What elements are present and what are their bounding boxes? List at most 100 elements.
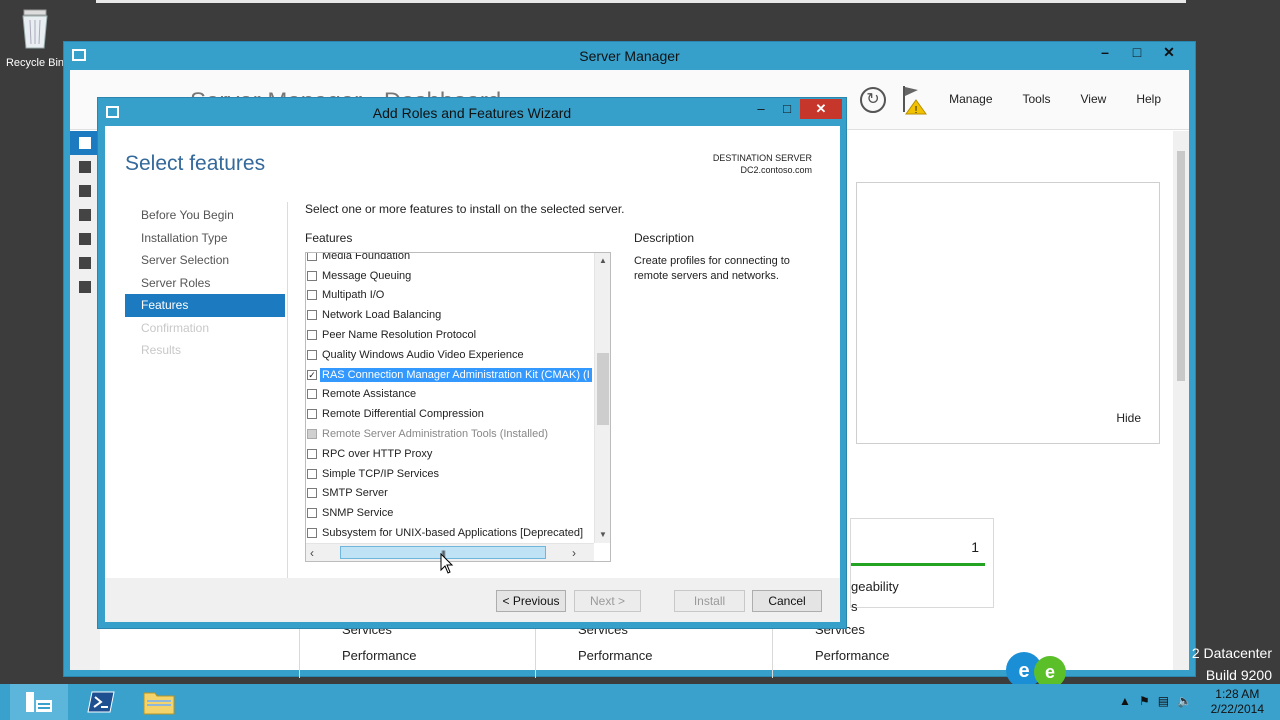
taskbar: ▲ ⚑ ▤ 🔈 1:28 AM 2/22/2014 (0, 684, 1280, 720)
feature-item[interactable]: Quality Windows Audio Video Experience (306, 345, 594, 365)
feature-item[interactable]: Network Load Balancing (306, 305, 594, 325)
feature-item[interactable]: Simple TCP/IP Services (306, 464, 594, 484)
notifications-flag-icon[interactable]: ! (900, 84, 928, 116)
server-manager-scrollbar[interactable] (1173, 131, 1189, 670)
recycle-bin[interactable]: Recycle Bin (4, 6, 66, 69)
feature-item[interactable]: Remote Server Administration Tools (Inst… (306, 424, 594, 444)
vertical-scroll-thumb[interactable] (597, 353, 609, 425)
step-features[interactable]: Features (125, 294, 285, 317)
wizard-close-button[interactable]: ✕ (800, 99, 842, 119)
server-manager-titlebar[interactable]: Server Manager – □ ✕ (64, 42, 1195, 68)
feature-checkbox[interactable] (307, 270, 317, 281)
svg-text:e: e (1045, 662, 1055, 682)
feature-item[interactable]: Media Foundation (306, 253, 594, 266)
role-tile[interactable]: 1 geability s (850, 518, 994, 614)
scroll-right-icon[interactable]: › (572, 544, 576, 561)
feature-checkbox[interactable] (307, 508, 317, 519)
page-title: Select features (125, 152, 266, 175)
feature-label: RAS Connection Manager Administration Ki… (320, 367, 592, 382)
feature-item[interactable]: Multipath I/O (306, 286, 594, 306)
sidebar-item-local-server[interactable] (70, 155, 100, 179)
step-confirmation: Confirmation (141, 320, 210, 335)
background-window-strip (96, 0, 1186, 3)
tray-expand-icon[interactable]: ▲ (1119, 694, 1131, 708)
clock[interactable]: 1:28 AM 2/22/2014 (1211, 687, 1264, 717)
feature-item[interactable]: SNMP Service (306, 503, 594, 523)
feature-item[interactable]: ✓ RAS Connection Manager Administration K… (306, 365, 594, 385)
refresh-icon[interactable]: ↻ (860, 87, 886, 113)
minimize-button[interactable]: – (1089, 42, 1121, 62)
sidebar-item-dashboard[interactable] (70, 131, 100, 155)
scroll-up-icon[interactable]: ▲ (595, 253, 610, 269)
sidebar-item-ad-ds[interactable] (70, 203, 100, 227)
tile-performance-link[interactable]: Performance (342, 648, 416, 663)
feature-checkbox[interactable] (307, 310, 317, 321)
feature-checkbox[interactable] (307, 330, 317, 341)
feature-item[interactable]: RPC over HTTP Proxy (306, 444, 594, 464)
features-vertical-scrollbar[interactable]: ▲ ▼ (594, 253, 610, 543)
feature-checkbox[interactable] (307, 488, 317, 499)
scroll-down-icon[interactable]: ▼ (595, 527, 610, 543)
menu-tools[interactable]: Tools (1023, 92, 1051, 106)
feature-item[interactable]: Subsystem for UNIX-based Applications [D… (306, 523, 594, 543)
directory-icon (79, 209, 91, 221)
feature-item[interactable]: Remote Assistance (306, 385, 594, 405)
tile-status-bar (851, 563, 985, 566)
menu-help[interactable]: Help (1136, 92, 1161, 106)
clock-time: 1:28 AM (1215, 687, 1260, 701)
dns-icon (79, 233, 91, 245)
feature-item[interactable]: Peer Name Resolution Protocol (306, 325, 594, 345)
taskbar-powershell[interactable] (72, 684, 130, 720)
step-installation-type[interactable]: Installation Type (125, 227, 285, 250)
feature-item[interactable]: SMTP Server (306, 484, 594, 504)
sidebar-item-remote-access[interactable] (70, 275, 100, 299)
previous-button[interactable]: < Previous (496, 590, 566, 612)
feature-checkbox[interactable] (307, 409, 317, 420)
feature-checkbox[interactable]: ✓ (307, 369, 317, 380)
action-center-icon[interactable]: ⚑ (1139, 694, 1150, 708)
feature-checkbox[interactable] (307, 468, 317, 479)
tile-performance-link[interactable]: Performance (815, 648, 889, 663)
sidebar-item-all-servers[interactable] (70, 179, 100, 203)
step-server-selection[interactable]: Server Selection (125, 249, 285, 272)
tile-performance-link[interactable]: Performance (578, 648, 652, 663)
taskbar-file-explorer[interactable] (130, 684, 188, 720)
maximize-button[interactable]: □ (1121, 42, 1153, 62)
feature-label: Peer Name Resolution Protocol (322, 329, 477, 342)
cancel-button[interactable]: Cancel (752, 590, 822, 612)
folder-icon (143, 692, 175, 715)
menu-manage[interactable]: Manage (949, 92, 992, 106)
remote-access-icon (79, 281, 91, 293)
feature-label: SNMP Service (322, 507, 394, 520)
feature-item[interactable]: Remote Differential Compression (306, 404, 594, 424)
wizard-maximize-button[interactable]: □ (774, 99, 800, 119)
step-server-roles[interactable]: Server Roles (125, 272, 285, 295)
feature-checkbox[interactable] (307, 389, 317, 400)
feature-checkbox[interactable] (307, 290, 317, 301)
feature-checkbox[interactable] (307, 429, 317, 440)
wizard-minimize-button[interactable]: – (748, 99, 774, 119)
mouse-cursor-icon (440, 553, 454, 574)
feature-label: Remote Server Administration Tools (Inst… (322, 428, 549, 441)
volume-icon[interactable]: 🔈 (1177, 694, 1192, 708)
scroll-left-icon[interactable]: ‹ (310, 544, 314, 561)
network-icon[interactable]: ▤ (1158, 694, 1169, 708)
feature-checkbox[interactable] (307, 528, 317, 539)
step-before-you-begin[interactable]: Before You Begin (125, 204, 285, 227)
wizard-steps: Before You Begin Installation Type Serve… (125, 204, 285, 362)
feature-label: Multipath I/O (322, 289, 385, 302)
menu-view[interactable]: View (1081, 92, 1107, 106)
taskbar-server-manager[interactable] (10, 684, 68, 720)
feature-label: Remote Differential Compression (322, 408, 484, 421)
tile-manageability-link[interactable]: geability (851, 579, 899, 594)
sidebar-item-dns[interactable] (70, 227, 100, 251)
features-tree[interactable]: Media Foundation Message Queuing Multipath… (305, 252, 611, 562)
feature-checkbox[interactable] (307, 349, 317, 360)
feature-checkbox[interactable] (307, 448, 317, 459)
hide-link[interactable]: Hide (1116, 411, 1141, 425)
close-button[interactable]: ✕ (1153, 42, 1185, 62)
feature-checkbox[interactable] (307, 253, 317, 261)
sidebar-item-file-storage[interactable] (70, 251, 100, 275)
clock-date: 2/22/2014 (1210, 702, 1264, 716)
feature-item[interactable]: Message Queuing (306, 266, 594, 286)
